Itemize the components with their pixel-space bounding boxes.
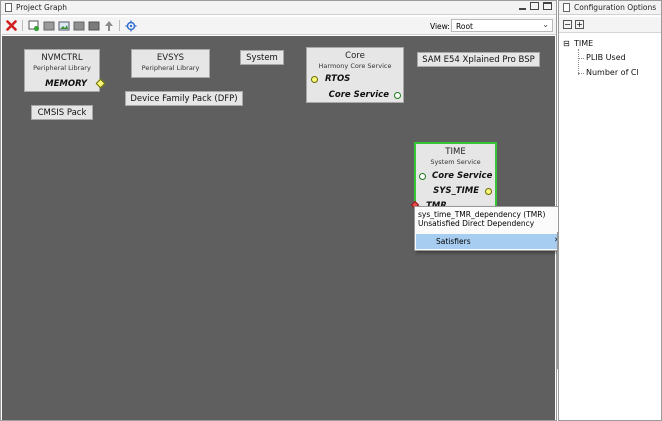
menu-item-label: Satisfiers <box>436 237 471 246</box>
node-subtitle: Peripheral Library <box>141 64 200 72</box>
node-core[interactable]: Core Harmony Core Service RTOS Core Serv… <box>306 47 404 103</box>
node-system[interactable]: System <box>240 50 284 65</box>
tree-collapse-icon[interactable]: ⊟ <box>563 39 570 48</box>
dependency-name: sys_time_TMR_dependency (TMR) <box>418 210 546 219</box>
dependency-context-menu: sys_time_TMR_dependency (TMR) Unsatisfie… <box>414 206 563 251</box>
node-evsys[interactable]: EVSYS Peripheral Library <box>131 49 210 78</box>
view-label: View: <box>430 22 450 31</box>
node-nvmctrl[interactable]: NVMCTRL Peripheral Library MEMORY <box>24 49 106 92</box>
port-label-sys-time: SYS_TIME <box>433 186 479 196</box>
port-label-core-service: Core Service <box>432 171 493 181</box>
project-graph-titlebar: Project Graph <box>1 1 556 15</box>
tree-connector <box>578 49 579 75</box>
node-subtitle: Harmony Core Service <box>318 62 392 70</box>
node-subtitle: System Service <box>430 158 481 166</box>
window-icon[interactable] <box>72 19 85 32</box>
settings-icon[interactable] <box>124 19 137 32</box>
port-label-memory: MEMORY <box>45 79 87 89</box>
graph-toolbar: View: Root ⌄ <box>2 17 556 35</box>
chevron-down-icon: ⌄ <box>542 20 549 29</box>
menu-item-satisfiers[interactable]: Satisfiers › <box>416 234 561 249</box>
add-component-icon[interactable] <box>27 19 40 32</box>
folder-icon[interactable] <box>42 19 55 32</box>
node-label: Device Family Pack (DFP) <box>130 93 238 104</box>
node-label: System <box>246 52 278 63</box>
dark-window-icon[interactable] <box>87 19 100 32</box>
node-title: Core <box>345 51 365 61</box>
configuration-options-title: Configuration Options <box>574 3 657 12</box>
port-dot-icon[interactable] <box>485 188 492 195</box>
port-dot-icon[interactable] <box>394 92 401 99</box>
node-label: CMSIS Pack <box>37 107 87 118</box>
tree-item-plib-used[interactable]: PLIB Used <box>586 53 626 62</box>
view-select[interactable]: Root ⌄ <box>451 19 553 32</box>
configuration-options-panel: Configuration Options − + ⊟ TIME PLIB Us… <box>558 0 662 421</box>
port-dot-icon[interactable] <box>419 173 426 180</box>
tree-root-time[interactable]: TIME <box>574 39 593 48</box>
undock-icon[interactable] <box>530 2 539 10</box>
maximize-icon[interactable] <box>543 2 552 10</box>
document-icon <box>5 3 12 12</box>
node-title: EVSYS <box>156 53 185 63</box>
config-toolbar: − + <box>559 17 661 33</box>
node-dfp[interactable]: Device Family Pack (DFP) <box>125 91 243 106</box>
port-diamond-icon[interactable] <box>95 78 106 89</box>
node-bsp[interactable]: SAM E54 Xplained Pro BSP <box>417 52 540 67</box>
dependency-status: Unsatisfied Direct Dependency <box>418 219 535 228</box>
delete-icon[interactable] <box>5 19 18 32</box>
pin-icon[interactable] <box>102 19 115 32</box>
node-title: TIME <box>445 147 466 157</box>
node-title: NVMCTRL <box>41 53 83 63</box>
tree-connector <box>578 73 584 74</box>
node-label: SAM E54 Xplained Pro BSP <box>422 54 535 65</box>
port-dot-icon[interactable] <box>311 76 318 83</box>
project-graph-panel: Project Graph View: Root ⌄ NVMCTRL Perip… <box>0 0 624 421</box>
tree-connector <box>578 58 584 59</box>
node-cmsis[interactable]: CMSIS Pack <box>31 105 93 120</box>
node-time[interactable]: TIME System Service Core Service SYS_TIM… <box>410 142 497 211</box>
image-icon[interactable] <box>57 19 70 32</box>
view-select-value: Root <box>456 22 473 31</box>
project-graph-title: Project Graph <box>16 3 68 12</box>
tree-item-number-of-clients[interactable]: Number of Cl <box>586 68 639 77</box>
expand-all-icon[interactable]: + <box>575 20 584 29</box>
port-label-core-service: Core Service <box>328 90 389 100</box>
port-label-rtos: RTOS <box>325 74 351 84</box>
node-subtitle: Peripheral Library <box>33 64 91 72</box>
collapse-all-icon[interactable]: − <box>563 20 572 29</box>
configuration-options-titlebar: Configuration Options <box>559 1 661 15</box>
minimize-icon[interactable] <box>519 7 526 10</box>
document-icon <box>563 3 570 12</box>
